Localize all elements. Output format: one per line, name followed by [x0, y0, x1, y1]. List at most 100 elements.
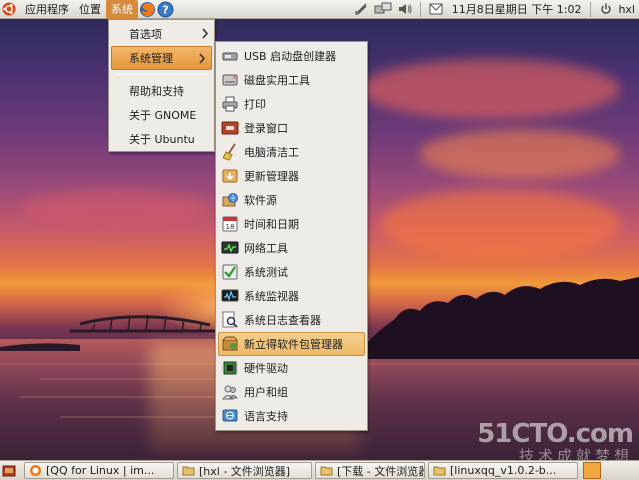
- menu-item-label: 磁盘实用工具: [244, 74, 310, 87]
- volume-icon[interactable]: [394, 0, 416, 19]
- menu-item-label: 软件源: [244, 194, 277, 207]
- folder-icon: [320, 466, 333, 476]
- menu-item-system-monitor[interactable]: 系统监视器: [216, 284, 367, 308]
- menu-item-label: 更新管理器: [244, 170, 299, 183]
- menu-item-label: 硬件驱动: [244, 362, 288, 375]
- hardware-drivers-icon: [222, 361, 238, 375]
- folder-icon: [182, 466, 195, 476]
- folder-icon: [433, 466, 446, 476]
- workspace-icon: [583, 462, 601, 479]
- chevron-right-icon: [199, 53, 206, 64]
- system-monitor-icon: [221, 289, 239, 302]
- menu-item-help[interactable]: 帮助和支持: [109, 79, 214, 103]
- clock[interactable]: 11月8日星期日 下午 1:02: [447, 0, 587, 19]
- panel-separator: [419, 1, 421, 17]
- menu-item-label: 时间和日期: [244, 218, 299, 231]
- help-icon[interactable]: ?: [156, 0, 174, 18]
- applications-menu[interactable]: 应用程序: [20, 0, 74, 19]
- menu-item-label: 登录窗口: [244, 122, 288, 135]
- users-icon: [222, 385, 239, 400]
- printer-icon: [222, 96, 238, 112]
- panel-separator: [590, 1, 592, 17]
- menu-item-login-window[interactable]: 登录窗口: [216, 116, 367, 140]
- menu-item-label: 语言支持: [244, 410, 288, 423]
- menu-item-update-manager[interactable]: 更新管理器: [216, 164, 367, 188]
- menu-item-administration[interactable]: 系统管理: [111, 46, 212, 70]
- menu-item-label: USB 启动盘创建器: [244, 50, 337, 63]
- menu-item-network-tools[interactable]: 网络工具: [216, 236, 367, 260]
- workspace-switcher[interactable]: [583, 462, 601, 479]
- qq-icon: [30, 465, 41, 476]
- usb-drive-icon: [222, 52, 238, 61]
- network-icon[interactable]: [350, 0, 372, 19]
- menu-item-label: 帮助和支持: [129, 85, 184, 98]
- svg-text:?: ?: [162, 3, 168, 16]
- menu-item-printing[interactable]: 打印: [216, 92, 367, 116]
- language-icon: [222, 409, 238, 422]
- task-qq[interactable]: [QQ for Linux | im...: [24, 462, 174, 479]
- menu-item-system-testing[interactable]: 系统测试: [216, 260, 367, 284]
- calendar-icon: 18: [222, 216, 238, 232]
- system-menu-dropdown: 首选项 系统管理 帮助和支持 关于 GNOME 关于 Ubuntu: [108, 19, 215, 152]
- top-panel: 应用程序 位置 系统 ? 11月8日星期日 下午 1:02 hxl: [0, 0, 639, 19]
- menu-item-time-and-date[interactable]: 18 时间和日期: [216, 212, 367, 236]
- menu-item-language-support[interactable]: 语言支持: [216, 404, 367, 428]
- menu-item-label: 系统监视器: [244, 290, 299, 303]
- places-menu[interactable]: 位置: [74, 0, 106, 19]
- menu-item-label: 关于 GNOME: [129, 109, 197, 122]
- menu-item-label: 网络工具: [244, 242, 288, 255]
- administration-submenu: USB 启动盘创建器 磁盘实用工具 打印 登录窗口 电脑清洁工 更新管理器 软件…: [215, 41, 368, 431]
- menu-item-label: 用户和组: [244, 386, 288, 399]
- menu-item-users-and-groups[interactable]: 用户和组: [216, 380, 367, 404]
- user-name[interactable]: hxl: [617, 0, 639, 19]
- menu-item-disk-utility[interactable]: 磁盘实用工具: [216, 68, 367, 92]
- menu-item-synaptic[interactable]: 新立得软件包管理器: [218, 332, 365, 356]
- task-linuxqq-folder[interactable]: [linuxqq_v1.0.2-b...: [428, 462, 578, 479]
- menu-item-label: 打印: [244, 98, 266, 111]
- watermark-sub: 技术成就梦想: [518, 447, 633, 461]
- menu-item-label: 系统管理: [129, 52, 173, 65]
- system-test-icon: [222, 264, 238, 280]
- log-viewer-icon: [222, 311, 238, 328]
- ubuntu-logo-icon[interactable]: [2, 2, 16, 16]
- svg-text:18: 18: [226, 223, 235, 231]
- menu-item-label: 电脑清洁工: [244, 146, 299, 159]
- broom-icon: [222, 143, 236, 161]
- watermark: 51CTO.com 技术成就梦想: [477, 419, 634, 461]
- disk-icon: [222, 74, 238, 86]
- show-desktop-icon[interactable]: [2, 464, 16, 478]
- menu-item-preferences[interactable]: 首选项: [109, 22, 214, 46]
- connection-icon[interactable]: [372, 0, 394, 19]
- software-sources-icon: [222, 193, 238, 207]
- menu-item-label: 系统日志查看器: [244, 314, 321, 327]
- firefox-icon[interactable]: [138, 0, 156, 18]
- task-label: [下载 - 文件浏览器]: [337, 464, 425, 478]
- power-icon[interactable]: [595, 0, 617, 19]
- menu-item-label: 关于 Ubuntu: [129, 133, 195, 146]
- update-manager-icon: [222, 169, 238, 183]
- menu-item-usb-creator[interactable]: USB 启动盘创建器: [216, 44, 367, 68]
- chevron-right-icon: [202, 28, 209, 39]
- menu-item-computer-janitor[interactable]: 电脑清洁工: [216, 140, 367, 164]
- menu-separator: [115, 74, 208, 75]
- menu-item-label: 新立得软件包管理器: [244, 338, 343, 351]
- menu-item-label: 首选项: [129, 28, 162, 41]
- login-window-icon: [221, 121, 239, 135]
- menu-item-label: 系统测试: [244, 266, 288, 279]
- task-label: [linuxqq_v1.0.2-b...: [450, 464, 557, 477]
- task-downloads-browser[interactable]: [下载 - 文件浏览器]: [315, 462, 425, 479]
- bottom-panel: [QQ for Linux | im... [hxl - 文件浏览器] [下载 …: [0, 460, 639, 480]
- task-label: [hxl - 文件浏览器]: [199, 464, 291, 478]
- menu-item-hardware-drivers[interactable]: 硬件驱动: [216, 356, 367, 380]
- watermark-main: 51CTO.com: [477, 419, 634, 449]
- task-label: [QQ for Linux | im...: [46, 464, 155, 477]
- menu-item-about-gnome[interactable]: 关于 GNOME: [109, 103, 214, 127]
- menu-item-log-viewer[interactable]: 系统日志查看器: [216, 308, 367, 332]
- mail-icon[interactable]: [425, 0, 447, 19]
- synaptic-icon: [222, 336, 238, 351]
- menu-item-software-sources[interactable]: 软件源: [216, 188, 367, 212]
- menu-item-about-ubuntu[interactable]: 关于 Ubuntu: [109, 127, 214, 151]
- system-menu[interactable]: 系统: [106, 0, 138, 19]
- network-tools-icon: [221, 241, 239, 254]
- task-home-browser[interactable]: [hxl - 文件浏览器]: [177, 462, 312, 479]
